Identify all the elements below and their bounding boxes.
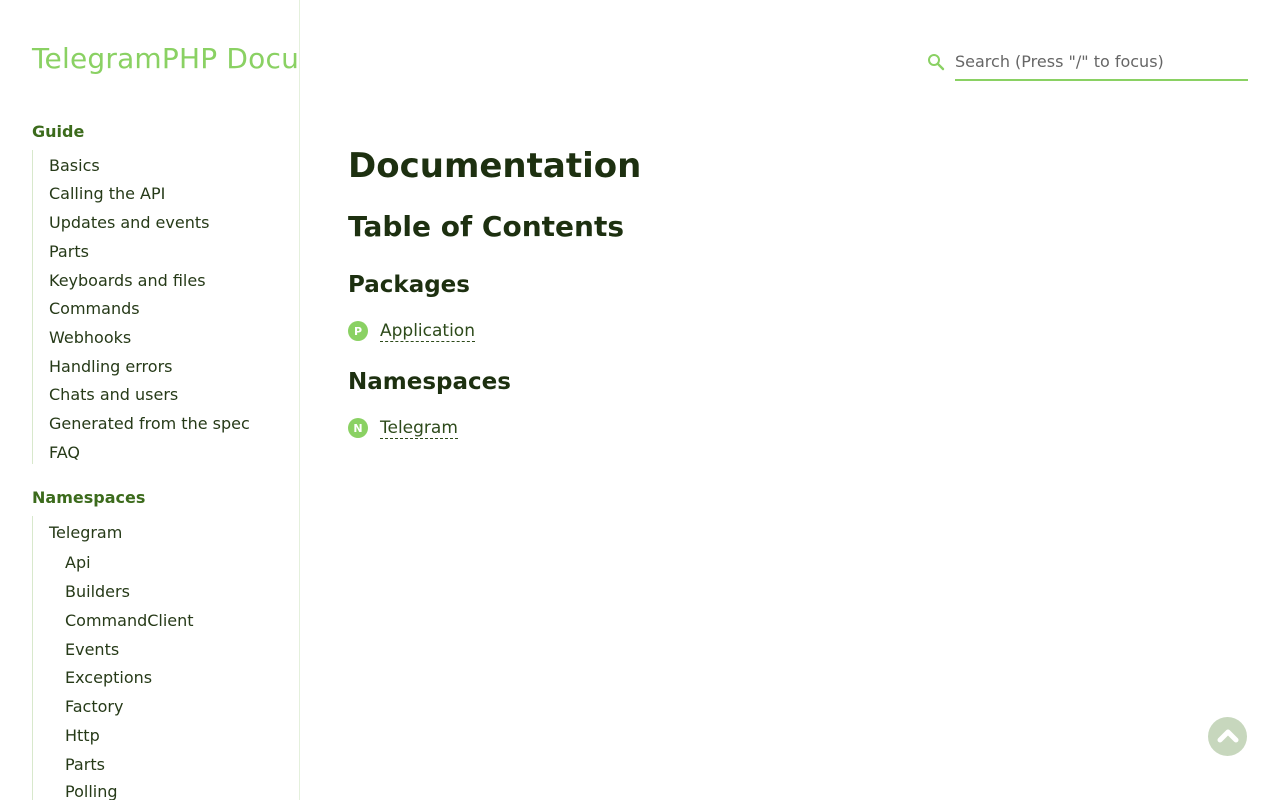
sidebar-item-factory[interactable]: Factory <box>65 697 123 716</box>
package-badge-icon: P <box>348 321 368 341</box>
sidebar: TelegramPHP Documentation Guide Basics C… <box>0 0 300 800</box>
toc-heading: Table of Contents <box>348 210 625 243</box>
sidebar-item-chats-and-users[interactable]: Chats and users <box>49 385 178 404</box>
sidebar-item-telegram[interactable]: Telegram <box>49 523 122 542</box>
sidebar-item-parts-ns[interactable]: Parts <box>65 755 105 774</box>
chevron-up-icon <box>1216 726 1240 748</box>
sidebar-item-faq[interactable]: FAQ <box>49 443 80 462</box>
package-entry: P Application <box>348 320 475 342</box>
namespaces-nav-list: Telegram Api Builders CommandClient Even… <box>32 516 194 800</box>
sidebar-item-basics[interactable]: Basics <box>49 156 100 175</box>
sidebar-item-commandclient[interactable]: CommandClient <box>65 611 194 630</box>
sidebar-item-handling-errors[interactable]: Handling errors <box>49 357 172 376</box>
main-content: Documentation Table of Contents Packages… <box>348 0 1228 800</box>
sidebar-item-keyboards-and-files[interactable]: Keyboards and files <box>49 271 206 290</box>
page-title: Documentation <box>348 146 642 186</box>
back-to-top-button[interactable] <box>1208 717 1247 756</box>
sidebar-item-generated-from-the-spec[interactable]: Generated from the spec <box>49 414 250 433</box>
site-title-link[interactable]: TelegramPHP Documentation <box>32 42 299 75</box>
guide-nav-list: Basics Calling the API Updates and event… <box>32 150 250 464</box>
sidebar-item-commands[interactable]: Commands <box>49 299 140 318</box>
nav-section-guide-title: Guide <box>32 122 85 141</box>
sidebar-item-calling-the-api[interactable]: Calling the API <box>49 184 165 203</box>
namespace-entry: N Telegram <box>348 417 458 439</box>
namespaces-heading: Namespaces <box>348 369 511 395</box>
namespace-link-telegram[interactable]: Telegram <box>380 418 458 439</box>
sidebar-item-http[interactable]: Http <box>65 726 100 745</box>
sidebar-item-polling[interactable]: Polling <box>65 782 118 800</box>
package-link-application[interactable]: Application <box>380 321 475 342</box>
namespace-badge-icon: N <box>348 418 368 438</box>
page: TelegramPHP Documentation Guide Basics C… <box>0 0 1280 800</box>
sidebar-item-updates-and-events[interactable]: Updates and events <box>49 213 209 232</box>
sidebar-item-builders[interactable]: Builders <box>65 582 130 601</box>
sidebar-item-api[interactable]: Api <box>65 553 91 572</box>
sidebar-item-events[interactable]: Events <box>65 640 119 659</box>
sidebar-item-webhooks[interactable]: Webhooks <box>49 328 131 347</box>
packages-heading: Packages <box>348 272 470 298</box>
sidebar-item-parts[interactable]: Parts <box>49 242 89 261</box>
sidebar-item-exceptions[interactable]: Exceptions <box>65 668 152 687</box>
nav-section-namespaces-title: Namespaces <box>32 488 146 507</box>
